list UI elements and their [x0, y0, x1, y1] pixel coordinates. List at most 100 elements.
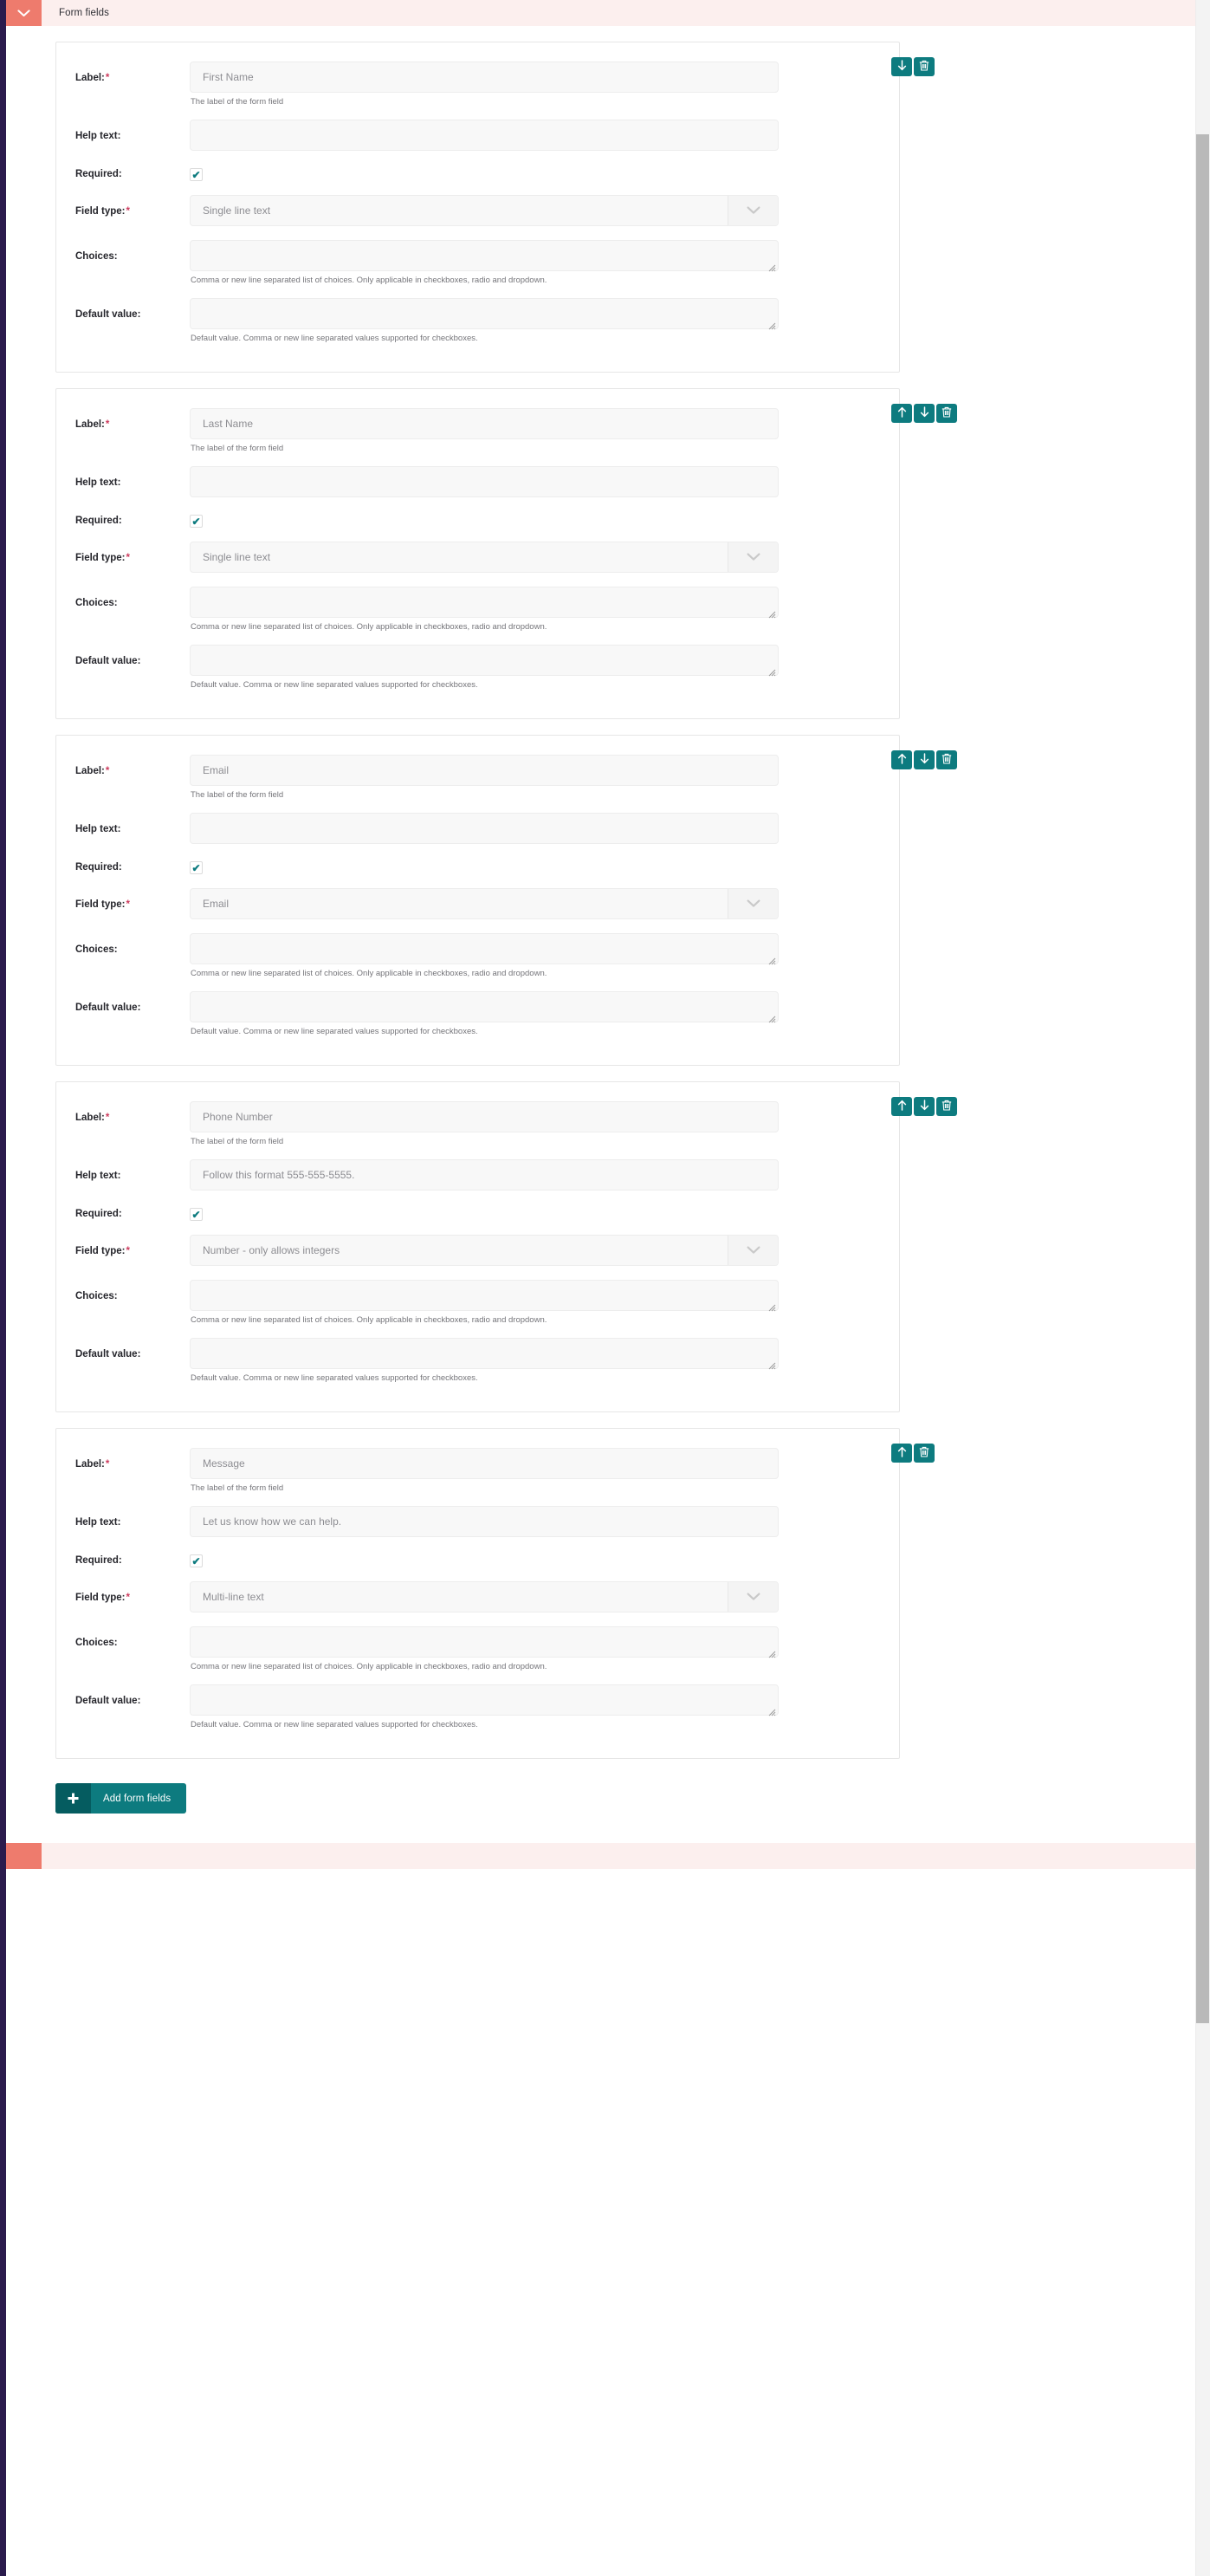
field-type-selected-value: Single line text — [203, 204, 271, 217]
default-value-textarea-holder — [190, 1684, 779, 1716]
field-row-label: Required: — [75, 158, 190, 180]
field-type-select[interactable]: Single line text — [190, 542, 779, 573]
chevron-down-icon — [17, 9, 30, 17]
trash-icon — [941, 406, 952, 420]
field-row-label-text: Field type: — [75, 1246, 126, 1256]
form-field-card: Label:*The label of the form fieldHelp t… — [55, 1081, 900, 1412]
next-section-collapse-toggle[interactable] — [6, 1843, 42, 1869]
section-collapse-toggle[interactable] — [6, 0, 42, 26]
required-checkbox[interactable]: ✔ — [190, 861, 203, 874]
required-marker: * — [126, 899, 130, 910]
delete-field-button[interactable] — [914, 57, 935, 76]
checkmark-icon: ✔ — [191, 515, 201, 528]
field-row-label-text: Label: — [75, 766, 105, 776]
checkmark-icon: ✔ — [191, 1554, 201, 1567]
label-control: The label of the form field — [190, 1448, 880, 1494]
move-field-down-button[interactable] — [914, 404, 935, 423]
field-row-label-text: Field type: — [75, 1593, 126, 1603]
help-text-input[interactable] — [190, 466, 779, 497]
help-text-input[interactable] — [190, 120, 779, 151]
field-row-label: Choices: — [75, 240, 190, 263]
required-row: Required: ✔ — [56, 851, 899, 874]
move-field-down-button[interactable] — [914, 750, 935, 769]
field-type-select[interactable]: Number - only allows integers — [190, 1235, 779, 1266]
help-text-row: Help text: — [56, 466, 899, 497]
field-row-label-text: Help text: — [75, 477, 121, 488]
label-input[interactable] — [190, 1448, 779, 1479]
form-field-card-actions — [891, 404, 957, 423]
choices-textarea[interactable] — [190, 1626, 779, 1658]
field-type-select[interactable]: Multi-line text — [190, 1581, 779, 1612]
choices-textarea-holder — [190, 1626, 779, 1658]
field-row-label: Field type:* — [75, 1235, 190, 1257]
default-value-textarea[interactable] — [190, 991, 779, 1022]
add-form-fields-button[interactable]: Add form fields — [55, 1783, 187, 1814]
field-type-control: Email — [190, 888, 880, 919]
move-field-down-button[interactable] — [914, 1097, 935, 1116]
help-text-input[interactable] — [190, 813, 779, 844]
trash-icon — [919, 60, 929, 74]
move-field-up-button[interactable] — [891, 1097, 912, 1116]
move-field-up-button[interactable] — [891, 404, 912, 423]
move-field-up-button[interactable] — [891, 750, 912, 769]
required-checkbox[interactable]: ✔ — [190, 168, 203, 181]
field-type-row: Field type:* Single line text — [56, 542, 899, 573]
help-text-input[interactable] — [190, 1159, 779, 1191]
field-row-label: Required: — [75, 851, 190, 873]
field-type-select[interactable]: Single line text — [190, 195, 779, 226]
scrollbar-thumb[interactable] — [1196, 134, 1209, 2023]
arrow-down-icon — [920, 406, 929, 420]
label-input[interactable] — [190, 755, 779, 786]
helper-text: Default value. Comma or new line separat… — [191, 680, 478, 690]
arrow-down-icon — [920, 753, 929, 767]
move-field-up-button[interactable] — [891, 1444, 912, 1463]
label-input[interactable] — [190, 1101, 779, 1132]
choices-textarea[interactable] — [190, 587, 779, 618]
field-row-label: Field type:* — [75, 195, 190, 217]
label-input[interactable] — [190, 408, 779, 439]
required-control: ✔ — [190, 851, 880, 874]
default-value-row: Default value: Default value. Comma or ne… — [56, 991, 899, 1037]
choices-textarea[interactable] — [190, 933, 779, 964]
helper-text: The label of the form field — [191, 1483, 284, 1493]
helper-text: Default value. Comma or new line separat… — [191, 1373, 478, 1383]
default-value-textarea[interactable] — [190, 645, 779, 676]
field-row-label-text: Label: — [75, 1113, 105, 1123]
label-control: The label of the form field — [190, 408, 880, 454]
field-row-label: Choices: — [75, 933, 190, 956]
choices-textarea[interactable] — [190, 1280, 779, 1311]
default-value-control: Default value. Comma or new line separat… — [190, 1684, 880, 1730]
help-text-input[interactable] — [190, 1506, 779, 1537]
field-row-label-text: Field type: — [75, 899, 126, 910]
helper-text: Comma or new line separated list of choi… — [191, 276, 547, 285]
field-row-label-text: Help text: — [75, 1517, 121, 1528]
field-type-select[interactable]: Email — [190, 888, 779, 919]
help-text-control — [190, 1159, 880, 1191]
default-value-textarea[interactable] — [190, 1684, 779, 1716]
choices-control: Comma or new line separated list of choi… — [190, 933, 880, 979]
helper-text: Comma or new line separated list of choi… — [191, 969, 547, 978]
required-checkbox[interactable]: ✔ — [190, 515, 203, 528]
default-value-textarea[interactable] — [190, 1338, 779, 1369]
label-row: Label:* The label of the form field — [56, 1101, 899, 1147]
delete-field-button[interactable] — [936, 404, 957, 423]
required-checkbox[interactable]: ✔ — [190, 1208, 203, 1221]
field-type-row: Field type:* Email — [56, 888, 899, 919]
required-checkbox[interactable]: ✔ — [190, 1554, 203, 1567]
choices-textarea[interactable] — [190, 240, 779, 271]
form-field-card-actions — [891, 1097, 957, 1116]
field-type-selected-value: Email — [203, 898, 230, 910]
vertical-scrollbar[interactable] — [1195, 0, 1210, 2576]
required-control: ✔ — [190, 504, 880, 528]
delete-field-button[interactable] — [914, 1444, 935, 1463]
move-field-down-button[interactable] — [891, 57, 912, 76]
label-input[interactable] — [190, 62, 779, 93]
delete-field-button[interactable] — [936, 1097, 957, 1116]
required-control: ✔ — [190, 1544, 880, 1567]
form-field-card-actions — [891, 1444, 935, 1463]
field-row-label-text: Label: — [75, 73, 105, 83]
label-row: Label:* The label of the form field — [56, 408, 899, 454]
default-value-control: Default value. Comma or new line separat… — [190, 298, 880, 344]
delete-field-button[interactable] — [936, 750, 957, 769]
default-value-textarea[interactable] — [190, 298, 779, 329]
